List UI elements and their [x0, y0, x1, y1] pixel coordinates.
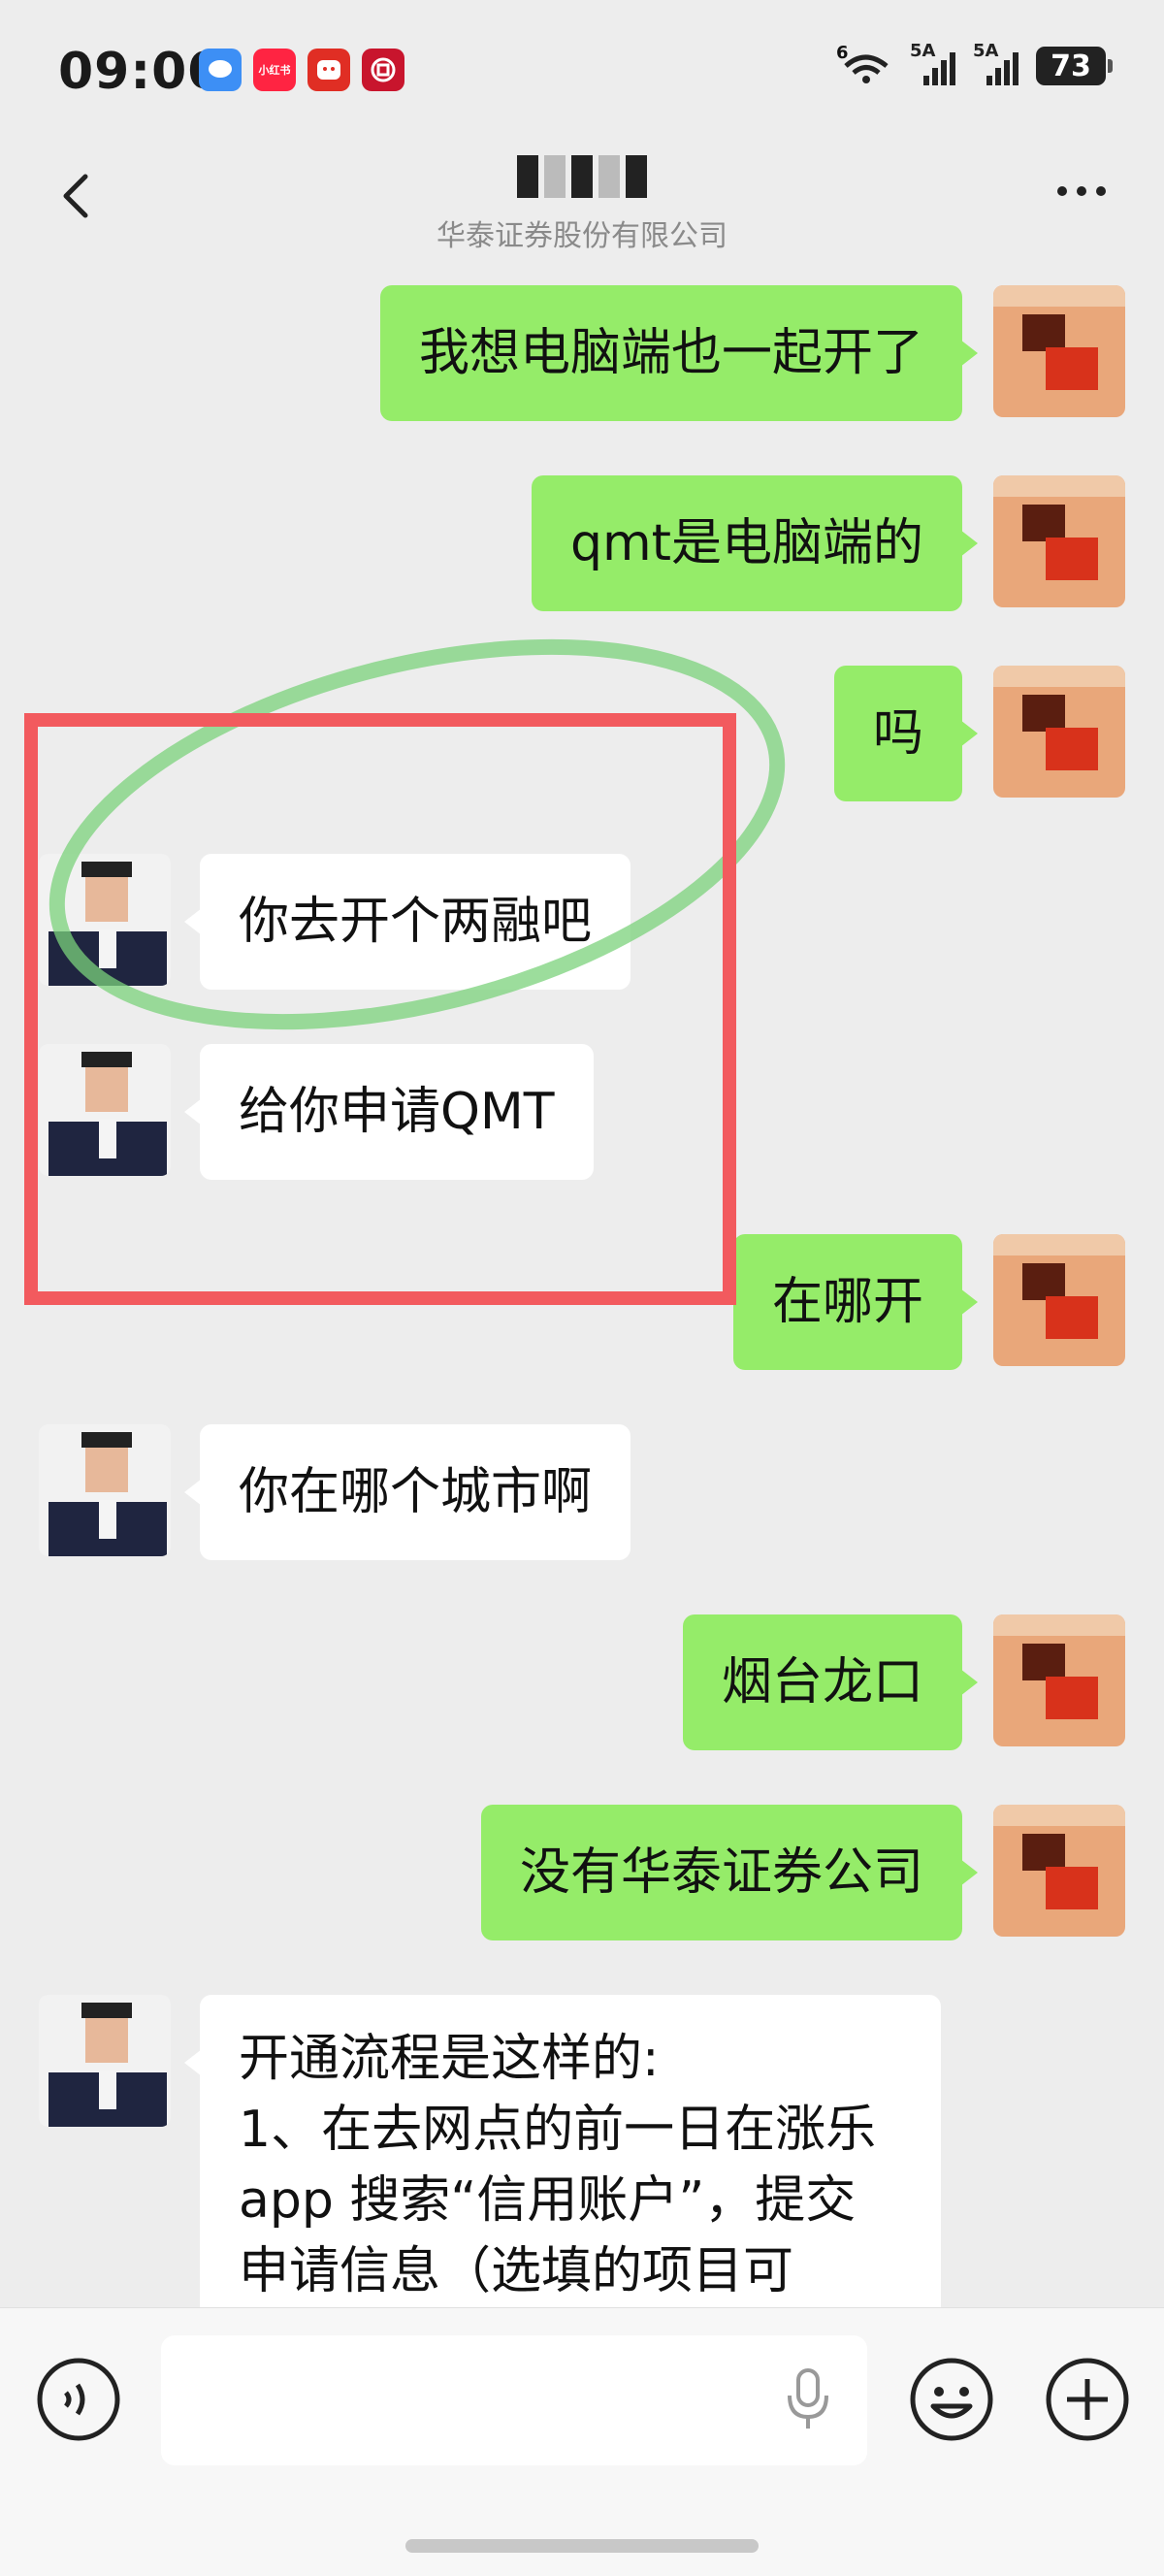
wifi-label: 6	[836, 43, 849, 63]
microphone-icon[interactable]	[784, 2366, 832, 2438]
message-bubble[interactable]: 在哪开	[732, 1234, 979, 1370]
my-avatar[interactable]	[993, 1805, 1125, 1937]
status-indicators: 6 5A 5A 73	[836, 41, 1113, 85]
redacted-name-mosaic	[517, 155, 647, 198]
my-avatar[interactable]	[993, 1614, 1125, 1746]
pinduoduo-app-icon	[307, 49, 350, 91]
xiaohongshu-label: 小红书	[258, 64, 291, 77]
notification-icons: 小红书	[199, 49, 404, 91]
signal-2-icon: 5A	[973, 41, 1018, 85]
messages-app-icon	[199, 49, 242, 91]
battery-indicator: 73	[1036, 47, 1113, 85]
message-bubble[interactable]: 开通流程是这样的: 1、在去网点的前一日在涨乐app 搜索“信用账户”，提交申请…	[184, 1995, 941, 2307]
input-bar	[0, 2307, 1164, 2576]
message-bubble[interactable]: 给你申请QMT	[184, 1044, 594, 1180]
message-input[interactable]	[161, 2335, 867, 2465]
message-bubble[interactable]: 吗	[833, 666, 979, 801]
signal-2-label: 5A	[973, 41, 999, 61]
my-avatar[interactable]	[993, 475, 1125, 607]
wifi-icon: 6	[836, 43, 892, 85]
my-avatar[interactable]	[993, 666, 1125, 798]
agent-avatar[interactable]	[39, 1044, 171, 1176]
message-bubble[interactable]: 我想电脑端也一起开了	[379, 285, 979, 421]
my-avatar[interactable]	[993, 285, 1125, 417]
emoji-icon[interactable]	[908, 2356, 995, 2447]
agent-avatar[interactable]	[39, 854, 171, 986]
status-bar: 09:00 小红书 6 5A 5A 73	[0, 0, 1164, 146]
message-bubble[interactable]: 你在哪个城市啊	[183, 1424, 631, 1560]
message-list[interactable]: 我想电脑端也一起开了 qmt是电脑端的 吗 你去开个两融吧 给你申请QMT 在哪…	[0, 264, 1164, 2307]
signal-1-icon: 5A	[910, 41, 955, 85]
message-bubble[interactable]: 烟台龙口	[682, 1614, 979, 1750]
my-avatar[interactable]	[993, 1234, 1125, 1366]
message-bubble[interactable]: 你去开个两融吧	[183, 854, 631, 990]
signal-1-label: 5A	[910, 41, 936, 61]
home-indicator[interactable]	[405, 2539, 759, 2553]
message-bubble[interactable]: 没有华泰证券公司	[480, 1805, 979, 1940]
message-bubble[interactable]: qmt是电脑端的	[531, 475, 979, 611]
more-options-icon[interactable]	[1057, 186, 1106, 196]
chat-subtitle: 华泰证券股份有限公司	[436, 219, 728, 253]
bank-app-icon	[362, 49, 404, 91]
agent-avatar[interactable]	[39, 1424, 171, 1556]
chat-header: 华泰证券股份有限公司	[0, 146, 1164, 264]
xiaohongshu-app-icon: 小红书	[253, 49, 296, 91]
agent-avatar[interactable]	[39, 1995, 171, 2127]
add-attachment-icon[interactable]	[1044, 2356, 1131, 2447]
voice-input-icon[interactable]	[35, 2356, 122, 2447]
chat-title	[0, 149, 1164, 199]
